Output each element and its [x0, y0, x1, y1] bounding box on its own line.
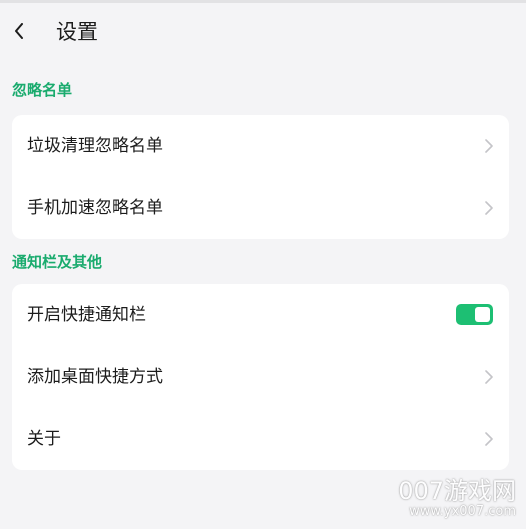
- watermark-main: 007游戏网: [398, 477, 516, 505]
- chevron-right-icon: [485, 370, 493, 384]
- section-label-notification-other: 通知栏及其他: [12, 253, 103, 271]
- watermark: 007游戏网 www.yx007.com: [398, 478, 516, 519]
- row-phone-boost-ignore-list[interactable]: 手机加速忽略名单: [12, 177, 509, 239]
- row-label: 垃圾清理忽略名单: [27, 136, 163, 156]
- toggle-knob: [475, 307, 490, 322]
- section-label-ignore-list: 忽略名单: [12, 81, 73, 99]
- row-junk-clean-ignore-list[interactable]: 垃圾清理忽略名单: [12, 115, 509, 177]
- chevron-left-icon: [15, 23, 23, 39]
- chevron-right-icon: [485, 201, 493, 215]
- quick-notification-toggle[interactable]: [456, 304, 493, 325]
- row-label: 关于: [27, 429, 61, 449]
- back-button[interactable]: [6, 15, 34, 47]
- watermark-sub: www.yx007.com: [409, 504, 516, 519]
- app-header: 设置: [0, 3, 526, 61]
- row-label: 开启快捷通知栏: [27, 305, 146, 325]
- page-title: 设置: [56, 20, 98, 44]
- row-add-desktop-shortcut[interactable]: 添加桌面快捷方式: [12, 346, 509, 408]
- row-label: 手机加速忽略名单: [27, 198, 163, 218]
- card-notification-other: 开启快捷通知栏 添加桌面快捷方式 关于: [12, 284, 509, 470]
- row-quick-notification-bar[interactable]: 开启快捷通知栏: [12, 284, 509, 346]
- chevron-right-icon: [485, 432, 493, 446]
- card-ignore-list: 垃圾清理忽略名单 手机加速忽略名单: [12, 115, 509, 239]
- chevron-right-icon: [485, 139, 493, 153]
- row-label: 添加桌面快捷方式: [27, 367, 163, 387]
- row-about[interactable]: 关于: [12, 408, 509, 470]
